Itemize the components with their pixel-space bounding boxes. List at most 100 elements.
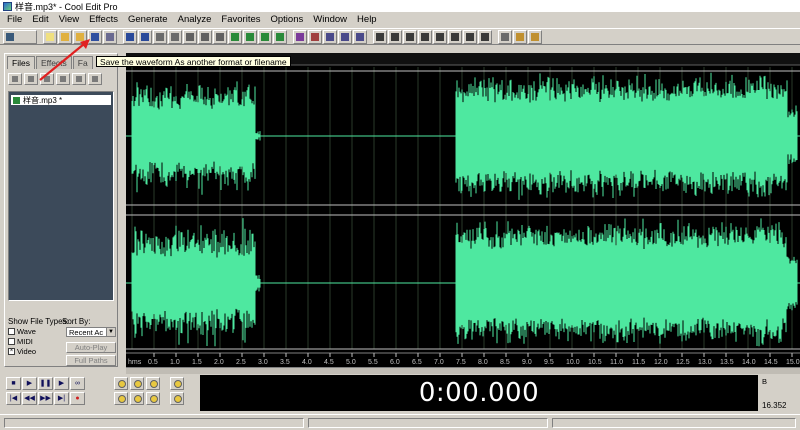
cue-list-icon[interactable] [433,29,447,44]
waveform-display[interactable]: hms 0.5 1.0 1.5 2.0 2.5 3.0 3.5 4.0 4.5 5.0 5.5 6.0 6… [126,53,800,367]
file-type-wave[interactable]: Wave [8,327,69,336]
status-segment [4,418,304,428]
go-to-end-icon[interactable]: ▶| [54,392,69,405]
file-type-video[interactable]: × Video [8,347,69,356]
copy-icon[interactable] [168,29,182,44]
menu-help[interactable]: Help [352,14,382,25]
zoom-full-icon[interactable] [146,377,160,390]
tab-favorites[interactable]: Fa [72,56,93,69]
stop-icon[interactable]: ■ [6,377,21,390]
record-icon[interactable]: ● [70,392,85,405]
menu-generate[interactable]: Generate [123,14,173,25]
phase-view-icon[interactable] [353,29,367,44]
play-to-end-icon[interactable]: ▶ [54,377,69,390]
menu-window[interactable]: Window [308,14,352,25]
wave-checkbox[interactable] [8,328,15,335]
save-icon[interactable] [88,29,102,44]
paste-icon[interactable] [198,29,212,44]
tab-files[interactable]: Files [7,56,35,69]
save-as-icon[interactable] [103,29,117,44]
edit-file-icon[interactable] [56,73,70,85]
redo-icon[interactable] [138,29,152,44]
video-checkbox[interactable]: × [8,348,15,355]
open-icon[interactable] [8,73,22,85]
menu-view[interactable]: View [54,14,84,25]
properties-icon[interactable] [478,29,492,44]
full-paths-button[interactable]: Full Paths [66,355,116,366]
selection-end-value: 16.352 [762,401,787,410]
ruler-tick-label: 4.5 [324,359,334,366]
convert-icon[interactable] [258,29,272,44]
fast-forward-icon[interactable]: ▶▶ [38,392,53,405]
menu-analyze[interactable]: Analyze [173,14,217,25]
zoom-in-icon[interactable] [114,377,128,390]
play-list-icon[interactable] [448,29,462,44]
play-preview-icon[interactable] [72,73,86,85]
snap-frame-icon[interactable] [403,29,417,44]
ruler-tick-label: 14.5 [764,359,778,366]
open-append-icon[interactable] [73,29,87,44]
transport-controls: ■ ▶ ❚❚ ▶ ∞ |◀ ◀◀ ▶▶ ▶| ● [6,377,106,407]
cut-icon[interactable] [183,29,197,44]
snap-cue-icon[interactable] [388,29,402,44]
settings-icon[interactable] [498,29,512,44]
play-icon[interactable]: ▶ [22,377,37,390]
frequency-icon[interactable] [308,29,322,44]
menu-options[interactable]: Options [266,14,309,25]
delete-silence-icon[interactable] [243,29,257,44]
close-file-icon[interactable] [40,73,54,85]
multitrack-icon[interactable] [293,29,307,44]
auto-play-button[interactable]: Auto-Play [66,342,116,353]
file-list[interactable]: 样音.mp3 * [8,91,114,301]
tempo-icon[interactable] [463,29,477,44]
menu-file[interactable]: File [2,14,27,25]
import-icon[interactable] [24,73,38,85]
undo-icon[interactable] [123,29,137,44]
list-item[interactable]: 样音.mp3 * [11,95,111,105]
zoom-left-icon[interactable] [114,392,128,405]
zoom-out-icon[interactable] [130,377,144,390]
new-file-icon[interactable] [43,29,57,44]
amplify-icon[interactable] [273,29,287,44]
zoom-controls [114,377,194,407]
file-type-label: MIDI [17,337,33,346]
waveform-view-icon[interactable] [338,29,352,44]
organizer-tabs: Files Effects Fa [7,56,94,69]
zoom-selection-icon[interactable] [146,392,160,405]
midi-checkbox[interactable] [8,338,15,345]
zoom-in-vertical-icon[interactable] [170,377,184,390]
chevron-down-icon[interactable]: ▼ [106,328,115,336]
menu-edit[interactable]: Edit [27,14,53,25]
waveform-canvas[interactable]: hms 0.5 1.0 1.5 2.0 2.5 3.0 3.5 4.0 4.5 5.0 5.5 6.0 6… [126,53,800,367]
rewind-icon[interactable]: ◀◀ [22,392,37,405]
trim-icon[interactable] [228,29,242,44]
snap-ruler-icon[interactable] [373,29,387,44]
tab-effects[interactable]: Effects [35,56,72,69]
go-to-start-icon[interactable]: |◀ [6,392,21,405]
show-file-types-label: Show File Types: [8,317,69,326]
help-icon[interactable] [528,29,542,44]
mix-paste-icon[interactable] [213,29,227,44]
spectral-view-icon[interactable] [323,29,337,44]
zoom-out-vertical-icon[interactable] [170,392,184,405]
toggle-view-icon[interactable] [3,29,37,44]
loop-icon[interactable]: ∞ [70,377,85,390]
ruler-unit-label: hms [128,359,142,366]
selection-begin-label: B [762,377,768,386]
info-icon[interactable] [88,73,102,85]
repeat-icon[interactable] [153,29,167,44]
ruler-tick-label: 7.5 [456,359,466,366]
open-file-icon[interactable] [58,29,72,44]
horizontal-scrollbar[interactable] [126,367,800,374]
status-segment [552,418,796,428]
pause-icon[interactable]: ❚❚ [38,377,53,390]
menu-effects[interactable]: Effects [84,14,123,25]
midi-icon[interactable] [513,29,527,44]
snap-zero-icon[interactable] [418,29,432,44]
sort-by-select[interactable]: Recent Ac ▼ [66,327,116,337]
file-type-midi[interactable]: MIDI [8,337,69,346]
ruler-tick-label: 3.5 [280,359,290,366]
ruler-tick-label: 14.0 [742,359,756,366]
menu-favorites[interactable]: Favorites [216,14,265,25]
zoom-right-icon[interactable] [130,392,144,405]
